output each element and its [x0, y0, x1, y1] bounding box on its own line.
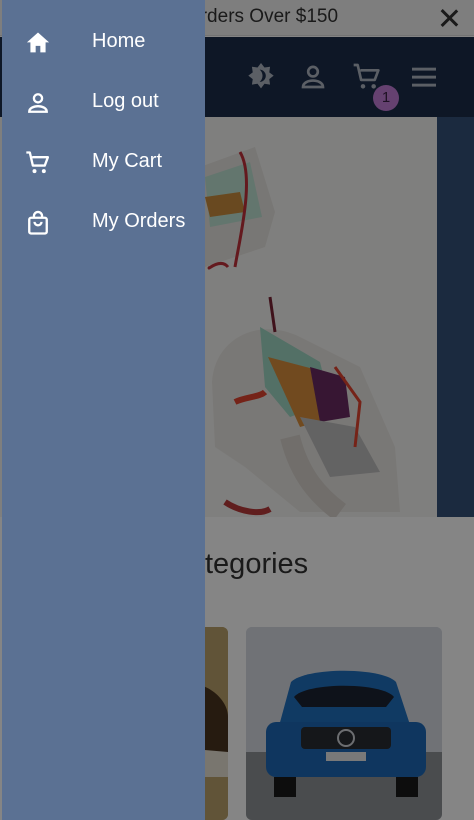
home-icon — [26, 32, 50, 53]
drawer-item-label: Home — [92, 30, 146, 52]
shopping-bag-icon — [28, 210, 48, 235]
drawer-item-label: Log out — [92, 90, 159, 112]
drawer-item-home[interactable]: Home — [2, 12, 205, 72]
person-icon — [28, 93, 48, 113]
drawer-item-label: My Orders — [92, 210, 186, 232]
drawer-item-logout[interactable]: Log out — [2, 72, 205, 132]
drawer-item-cart[interactable]: My Cart — [2, 132, 205, 192]
drawer-item-orders[interactable]: My Orders — [2, 192, 205, 252]
drawer-item-label: My Cart — [92, 150, 162, 172]
cart-icon — [26, 151, 50, 174]
navigation-drawer: Home Log out My Cart My Orders — [2, 0, 205, 820]
